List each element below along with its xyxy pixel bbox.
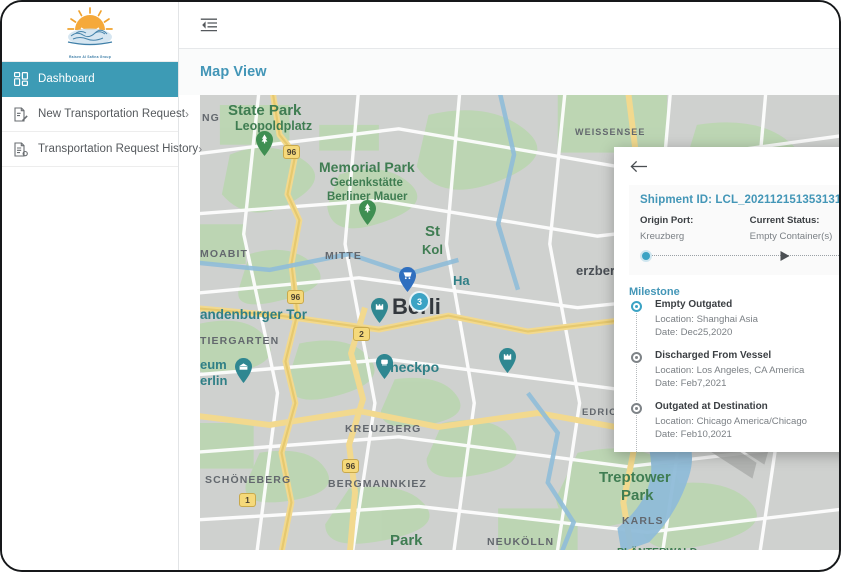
- highway-shield: 96: [283, 145, 300, 159]
- sidebar: Raisen Al Safina Group Dashboard New Tra…: [2, 2, 202, 570]
- current-status-label: Current Status:: [749, 215, 820, 226]
- sidebar-item-label: Transportation Request History: [38, 143, 199, 155]
- main-content: Map View NG State Park Leopoldplatz WEIS…: [179, 2, 839, 570]
- milestone-item: Empty Outgated Location: Shanghai Asia Dat…: [629, 299, 839, 350]
- route-progress-indicator: [640, 249, 839, 263]
- milestone-status-dot: [631, 352, 642, 363]
- origin-port-col: Origin Port: Kreuzberg: [640, 215, 737, 242]
- destination-port-value: Chicago: [833, 231, 839, 242]
- dialog-header: [614, 147, 839, 185]
- subway-pin[interactable]: [375, 354, 394, 380]
- highway-shield: 2: [353, 327, 370, 341]
- app-window: Raisen Al Safina Group Dashboard New Tra…: [0, 0, 841, 572]
- milestone-connector: [636, 313, 637, 350]
- current-status-value: Empty Container(s): [749, 231, 833, 242]
- castle-pin[interactable]: [370, 298, 389, 324]
- origin-port-label: Origin Port:: [640, 215, 694, 226]
- current-status-col: Current Status: Empty Container(s): [737, 215, 834, 242]
- route-origin-dot: [640, 250, 652, 262]
- brand-logo[interactable]: Raisen Al Safina Group: [2, 2, 178, 62]
- page-header: Map View: [179, 49, 839, 95]
- museum-pin[interactable]: [234, 358, 253, 384]
- route-dashed-line: [649, 255, 839, 256]
- cart-pin[interactable]: [398, 267, 417, 293]
- chevron-right-icon: ›: [185, 107, 190, 121]
- tree-pin[interactable]: [255, 131, 274, 157]
- top-bar: [179, 2, 839, 49]
- collapse-sidebar-icon[interactable]: [199, 16, 219, 34]
- milestone-item: Outgated at Destination Location: Chicago…: [629, 401, 839, 452]
- milestone-scroll-area[interactable]: Empty Outgated Location: Shanghai Asia Dat…: [629, 293, 839, 452]
- sidebar-item-label: New Transportation Request: [38, 108, 186, 120]
- back-arrow-icon[interactable]: [629, 156, 649, 176]
- dashboard-grid-icon: [13, 71, 29, 87]
- shipment-summary: Shipment ID: LCL_2021121513531313 Origin…: [629, 185, 841, 275]
- highway-shield: 96: [342, 459, 359, 473]
- milestone-location: Location: Shanghai Asia: [655, 314, 758, 325]
- milestone-date: Date: Feb10,2021: [655, 429, 732, 440]
- milestone-item: Discharged From Vessel Location: Los Ange…: [629, 350, 839, 401]
- milestone-date: Date: Dec25,2020: [655, 327, 733, 338]
- sidebar-item-label: Dashboard: [38, 73, 95, 85]
- chevron-right-icon: ›: [198, 142, 203, 156]
- route-direction-arrow-icon: [780, 251, 790, 261]
- highway-shield: 1: [239, 493, 256, 507]
- page-title: Map View: [200, 64, 267, 80]
- map-cluster-badge[interactable]: 3: [409, 291, 430, 312]
- brand-caption: Raisen Al Safina Group: [69, 54, 111, 59]
- document-list-icon: [13, 141, 29, 157]
- milestone-status-dot: [631, 403, 642, 414]
- destination-port-col: Destination Port: Chicago: [833, 215, 839, 242]
- route-summary-row: Origin Port: Kreuzberg Current Status: E…: [640, 215, 839, 242]
- shipment-id: Shipment ID: LCL_2021121513531313: [640, 194, 841, 206]
- milestone-location: Location: Los Angeles, CA America: [655, 365, 805, 376]
- milestone-title: Empty Outgated: [655, 299, 733, 310]
- milestone-status-dot: [631, 301, 642, 312]
- milestone-connector: [636, 364, 637, 401]
- sidebar-item-new-transportation-request[interactable]: New Transportation Request ›: [2, 97, 189, 132]
- castle-pin[interactable]: [498, 348, 517, 374]
- sidebar-item-dashboard[interactable]: Dashboard: [2, 62, 178, 97]
- origin-port-value: Kreuzberg: [640, 231, 685, 242]
- shipment-detail-dialog: Shipment ID: LCL_2021121513531313 Origin…: [614, 147, 841, 452]
- milestone-date: Date: Feb7,2021: [655, 378, 727, 389]
- document-edit-icon: [13, 106, 29, 122]
- milestone-title: Outgated at Destination: [655, 401, 768, 412]
- destination-port-label: Destination Port:: [833, 215, 839, 226]
- sun-ship-logo: Raisen Al Safina Group: [54, 6, 126, 59]
- sidebar-item-transportation-request-history[interactable]: Transportation Request History ›: [2, 132, 202, 167]
- milestone-list: Empty Outgated Location: Shanghai Asia Dat…: [629, 293, 839, 452]
- highway-shield: 96: [287, 290, 304, 304]
- milestone-location: Location: Chicago America/Chicago: [655, 416, 807, 427]
- tree-pin[interactable]: [358, 200, 377, 226]
- milestone-connector: [636, 415, 637, 452]
- milestone-title: Discharged From Vessel: [655, 350, 772, 361]
